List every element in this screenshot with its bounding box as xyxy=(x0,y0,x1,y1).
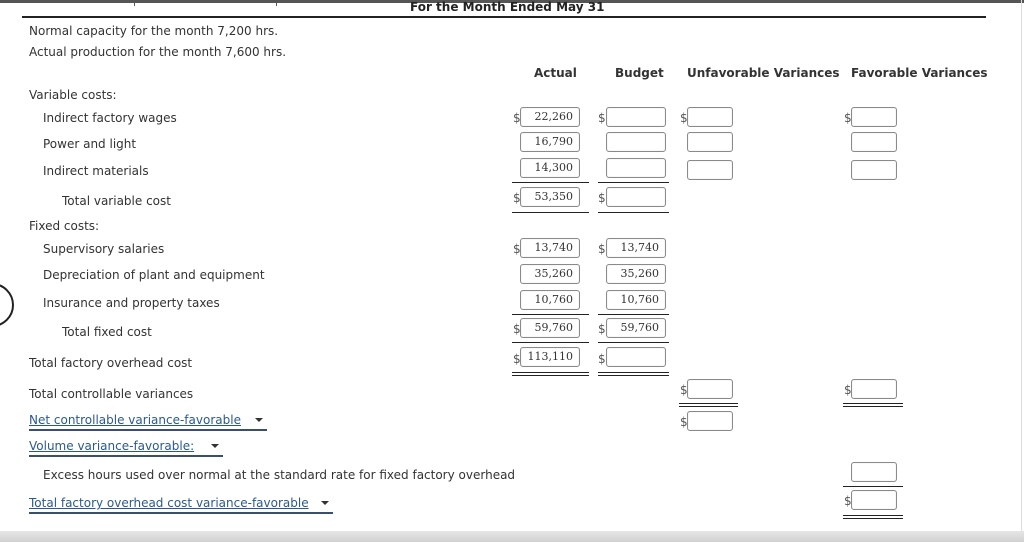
bottom-scroll-area xyxy=(0,531,1024,542)
total-overhead-variance-input[interactable] xyxy=(851,490,897,510)
subtotal-rule xyxy=(512,314,589,315)
budget-power-and-light-input[interactable] xyxy=(606,132,666,152)
row-label-total-controllable-variances: Total controllable variances xyxy=(29,387,194,401)
report-title: For the Month Ended May 31 xyxy=(410,0,605,14)
excess-hours-label: Excess hours used over normal at the sta… xyxy=(43,468,516,482)
unfavorable-indirect-factory-wages-input[interactable] xyxy=(687,107,733,127)
dropdown-selected-value: Net controllable variance-favorable xyxy=(29,413,241,427)
col-header-unfavorable: Unfavorable Variances xyxy=(687,66,840,80)
budget-insurance-property-taxes[interactable]: 10,760 xyxy=(606,290,666,310)
normal-capacity-text: Normal capacity for the month 7,200 hrs. xyxy=(29,24,279,38)
actual-depreciation[interactable]: 35,260 xyxy=(520,264,580,284)
col-header-budget: Budget xyxy=(615,66,664,80)
top-tick xyxy=(134,0,135,6)
total-rule xyxy=(512,212,589,213)
dollar-sign: $ xyxy=(598,242,606,256)
row-label-indirect-materials: Indirect materials xyxy=(43,164,149,178)
budget-total-fixed-cost[interactable]: 59,760 xyxy=(606,318,666,338)
row-label-total-factory-overhead: Total factory overhead cost xyxy=(29,356,193,370)
dropdown-selected-value: Volume variance-favorable: xyxy=(29,439,195,453)
actual-supervisory-salaries[interactable]: 13,740 xyxy=(520,238,580,258)
double-rule xyxy=(843,515,903,519)
subtotal-rule xyxy=(843,486,903,487)
variable-costs-heading: Variable costs: xyxy=(29,88,117,102)
favorable-total-controllable-input[interactable] xyxy=(851,379,897,399)
chevron-down-icon xyxy=(211,444,219,448)
unfavorable-indirect-materials-input[interactable] xyxy=(687,160,733,180)
actual-total-factory-overhead[interactable]: 113,110 xyxy=(520,347,580,367)
dollar-sign: $ xyxy=(598,352,606,366)
budget-indirect-factory-wages-input[interactable] xyxy=(606,107,666,127)
budget-depreciation[interactable]: 35,260 xyxy=(606,264,666,284)
excess-hours-input[interactable] xyxy=(851,462,897,482)
double-rule xyxy=(679,403,738,407)
unfavorable-total-controllable-input[interactable] xyxy=(687,379,733,399)
row-label-insurance-property-taxes: Insurance and property taxes xyxy=(43,296,220,310)
fixed-costs-heading: Fixed costs: xyxy=(29,219,100,233)
actual-indirect-factory-wages[interactable]: 22,260 xyxy=(520,107,580,127)
total-rule xyxy=(512,342,589,343)
actual-indirect-materials[interactable]: 14,300 xyxy=(520,158,580,178)
title-rule xyxy=(22,16,986,18)
actual-insurance-property-taxes[interactable]: 10,760 xyxy=(520,290,580,310)
actual-power-and-light[interactable]: 16,790 xyxy=(520,132,580,152)
favorable-indirect-materials-input[interactable] xyxy=(851,160,897,180)
double-rule xyxy=(598,372,669,376)
unfavorable-power-and-light-input[interactable] xyxy=(687,132,733,152)
actual-total-fixed-cost[interactable]: 59,760 xyxy=(520,318,580,338)
top-tick xyxy=(276,0,277,6)
actual-production-text: Actual production for the month 7,600 hr… xyxy=(29,45,287,59)
total-overhead-variance-dropdown[interactable]: Total factory overhead cost variance-fav… xyxy=(29,496,333,514)
budget-total-variable-cost-input[interactable] xyxy=(606,187,666,207)
col-header-favorable: Favorable Variances xyxy=(851,66,988,80)
actual-total-variable-cost[interactable]: 53,350 xyxy=(520,187,580,207)
dropdown-selected-value: Total factory overhead cost variance-fav… xyxy=(29,496,309,510)
dollar-sign: $ xyxy=(598,191,606,205)
chevron-down-icon xyxy=(321,501,329,505)
row-label-depreciation: Depreciation of plant and equipment xyxy=(43,268,265,282)
favorable-power-and-light-input[interactable] xyxy=(851,132,897,152)
total-rule xyxy=(598,342,669,343)
budget-indirect-materials-input[interactable] xyxy=(606,158,666,178)
row-label-total-fixed-cost: Total fixed cost xyxy=(62,325,152,339)
budget-total-factory-overhead-input[interactable] xyxy=(606,347,666,367)
subtotal-rule xyxy=(598,182,669,183)
row-label-total-variable-cost: Total variable cost xyxy=(62,194,171,208)
net-controllable-variance-input[interactable] xyxy=(687,411,733,431)
col-header-actual: Actual xyxy=(534,66,577,80)
row-label-supervisory-salaries: Supervisory salaries xyxy=(43,242,165,256)
net-controllable-variance-dropdown[interactable]: Net controllable variance-favorable xyxy=(29,413,267,431)
favorable-indirect-factory-wages-input[interactable] xyxy=(851,107,897,127)
subtotal-rule xyxy=(598,314,669,315)
row-label-indirect-factory-wages: Indirect factory wages xyxy=(43,111,177,125)
volume-variance-dropdown[interactable]: Volume variance-favorable: xyxy=(29,439,223,457)
total-rule xyxy=(598,212,669,213)
page-edge xyxy=(1021,0,1022,531)
dollar-sign: $ xyxy=(598,322,606,336)
subtotal-rule xyxy=(512,182,589,183)
double-rule xyxy=(512,372,589,376)
dollar-sign: $ xyxy=(598,111,606,125)
double-rule xyxy=(843,403,903,407)
row-label-power-and-light: Power and light xyxy=(43,137,137,151)
budget-supervisory-salaries[interactable]: 13,740 xyxy=(606,238,666,258)
chevron-down-icon xyxy=(255,418,263,422)
cursor-circle-icon xyxy=(0,283,14,327)
